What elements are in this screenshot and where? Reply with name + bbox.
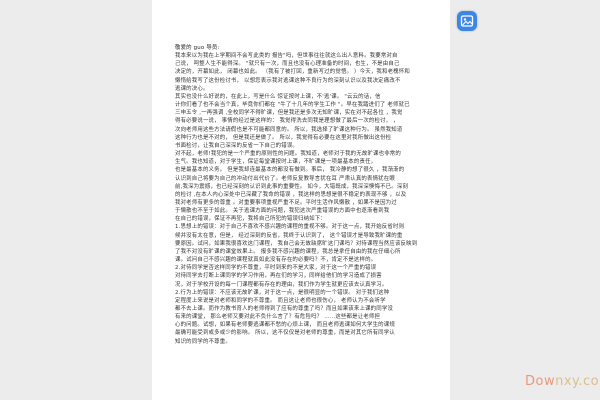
text-line: 2.对待同学是否这样同学的不尊重，平时到来的不是大家，对于这一个严重的错误 (175, 265, 377, 272)
text-line: 对待同学去打断上课同学的学习作用，再在们的学习，同样给他们的学习造成了损害 (175, 273, 382, 280)
text-line: 在自己的错误，保证不再犯，我将自己所犯的错误归纳如下： (175, 216, 326, 223)
text-line: 有来的课堂， 那么老师又要对此不负什么言了？有危险吗？ ……这些都是让老师担 (175, 314, 381, 321)
text-line: 这种行为也是不对的， 但是我还是做了。 所以，我觉得有必要在这里对我所做出这份检 (175, 134, 392, 141)
text-line: 2.行为上的错误：不应该无故旷课，对于这一点，是很明显的一个错误。 对于我们这种 (175, 289, 390, 296)
text-line: 了我不对没有旷课的课堂效果上。 报多我不感兴趣的课程，我总是拿任自由的我在仔细心… (175, 248, 401, 255)
text-line: 1.思想上的错误：对于自己不喜欢不感兴趣的课程的重视不够。对于这一点，我开始反省… (175, 224, 405, 231)
text-line: 最确可能受到或多或少的影响。 所以，这不仅仅是对老师的尊重，而是对其它所有同学认 (175, 330, 395, 337)
text-line: 知识的同学的不尊重。 (175, 338, 231, 345)
text-line: 得有必要说一说， 事情的经过是这样的： 我觉得洗去同我是理想做了最后一次的检讨，… (175, 118, 399, 125)
text-line: 其实也没什么好说的，在此上，写是什么 惊证按时上课，不'逃'课。 "云云的话，信 (175, 93, 381, 100)
text-line: 决定的，开幕如此， 闭幕也如此。 （我有了被打回，重新写过的觉悟。 ）今天，我和… (175, 69, 410, 76)
text-line: 认识到自己将要为自己的冲动付出代价了。老师反复教导言犹在耳 严肃认真的表情犹在眼 (175, 175, 395, 182)
text-line: 心的问题。试想，如果有老师要逃课都不愁的心烦上课， 而且老师逃课如何大学生的课规 (175, 322, 395, 329)
text-line: 己说， 呵整人生不能得深。 "就只有一次，而且也没有心理准备的时间，也生，不是由… (175, 61, 400, 68)
image-icon (460, 15, 474, 27)
document-page: 敬爱的 guo 导员: 我本来以为我在上学期间不会写此类的 报告"吗，但世事往往… (152, 0, 450, 400)
text-line: 逃课的决心。 (175, 85, 209, 92)
document-body: 敬爱的 guo 导员: 我本来以为我在上学期间不会写此类的 报告"吗，但世事往往… (175, 44, 437, 346)
watermark-text-a: Dow (525, 374, 556, 389)
text-line: 懒惰给我写了这份检讨书， 以想您表示我对逃课这种不良行为的深刻认识以及我决定痛改… (175, 77, 401, 84)
text-line: 要原因。试问，如果我很喜欢这门课程， 我自己会无故缺席旷这门课吗？对待课程当然应… (175, 240, 418, 247)
text-line: 我本来以为我在上学期间不会写此类的 报告"吗，但世事往往就这么出人意料。我要常对… (175, 53, 398, 60)
text-line: 于懒散也不至于如此。 关于逃课方面的问题，我犯这次严重错误的方面中也逐渐看到我 (175, 208, 390, 215)
text-line: 都不去上课。而作为教书育人的老师得到了应有的尊重了吗？而且如果该来上课的同学没 (175, 306, 394, 312)
text-line: 计你们看了也不会当个真，毕竟你们都在 "牛了十几年的学生工作 "。早在我踏进们了… (175, 102, 410, 109)
text-line: 候并没有太在意，但是， 经过深刻的反省，我终于认识到了， 这个错误才是导致我旷课… (175, 232, 403, 239)
text-line: 对不起，老师!我犯的是一个严重的原则性的问题。我知道，老师对于我的无故旷课也非常… (175, 151, 401, 158)
text-line: 况，对于学校开设的每一门课程都有存在的理由，我们作为学生就更应该去认真学习。 (175, 281, 388, 288)
watermark-text-b: nxy.com (555, 374, 600, 389)
text-line: 我对老师有更多的尊重 。对重要事项重视严重不足。平时生活作风懒散 ，如果不是因为… (175, 199, 397, 206)
text-line: 定程度上来说是对老师和同学的不尊重。 而且这让老师也很伤心， 老师认为不会听学 (175, 297, 386, 304)
text-line: 三申五令 ,一再强调 ,全校同学不得旷课，但是我还是多次无知旷课，实在对不起各位… (175, 110, 403, 117)
text-line: 前,我深为震撼，也已经深刻的认识到此事的重要性。 如今，大错既成，我深深懊悔不已… (175, 183, 409, 190)
text-line: 的检讨 ,在本人内心深处中已深藏了我命的错误 ，我这样的思想是很不稳定的表现不够… (175, 191, 407, 198)
text-line: 课。试问自己不感兴趣的课程就真如此没有存在的必要吗？不，肯定不是这样的。 (175, 257, 377, 264)
letter-salutation: 敬爱的 guo 导员: (175, 45, 220, 51)
watermark-logo: Downxy.com (525, 374, 600, 389)
text-line: 书面检讨，让我自己深深的反省一下自己的错误。 (175, 142, 298, 149)
text-line: 次向老师用这些方法请假也是不可能都同意的。 所以，我选择了旷课这种行为。 虽然我… (175, 126, 403, 133)
app-badge-icon[interactable] (457, 11, 477, 31)
text-line: 生气。我也知道，对于学生，保证每堂课按时上课，不旷课是一项最基本的责任， (175, 159, 377, 166)
text-line: 也是最基本的义务。 但是我却连最基本的都没有做到。事后， 我冷静的想了很久 ，我… (175, 167, 405, 174)
